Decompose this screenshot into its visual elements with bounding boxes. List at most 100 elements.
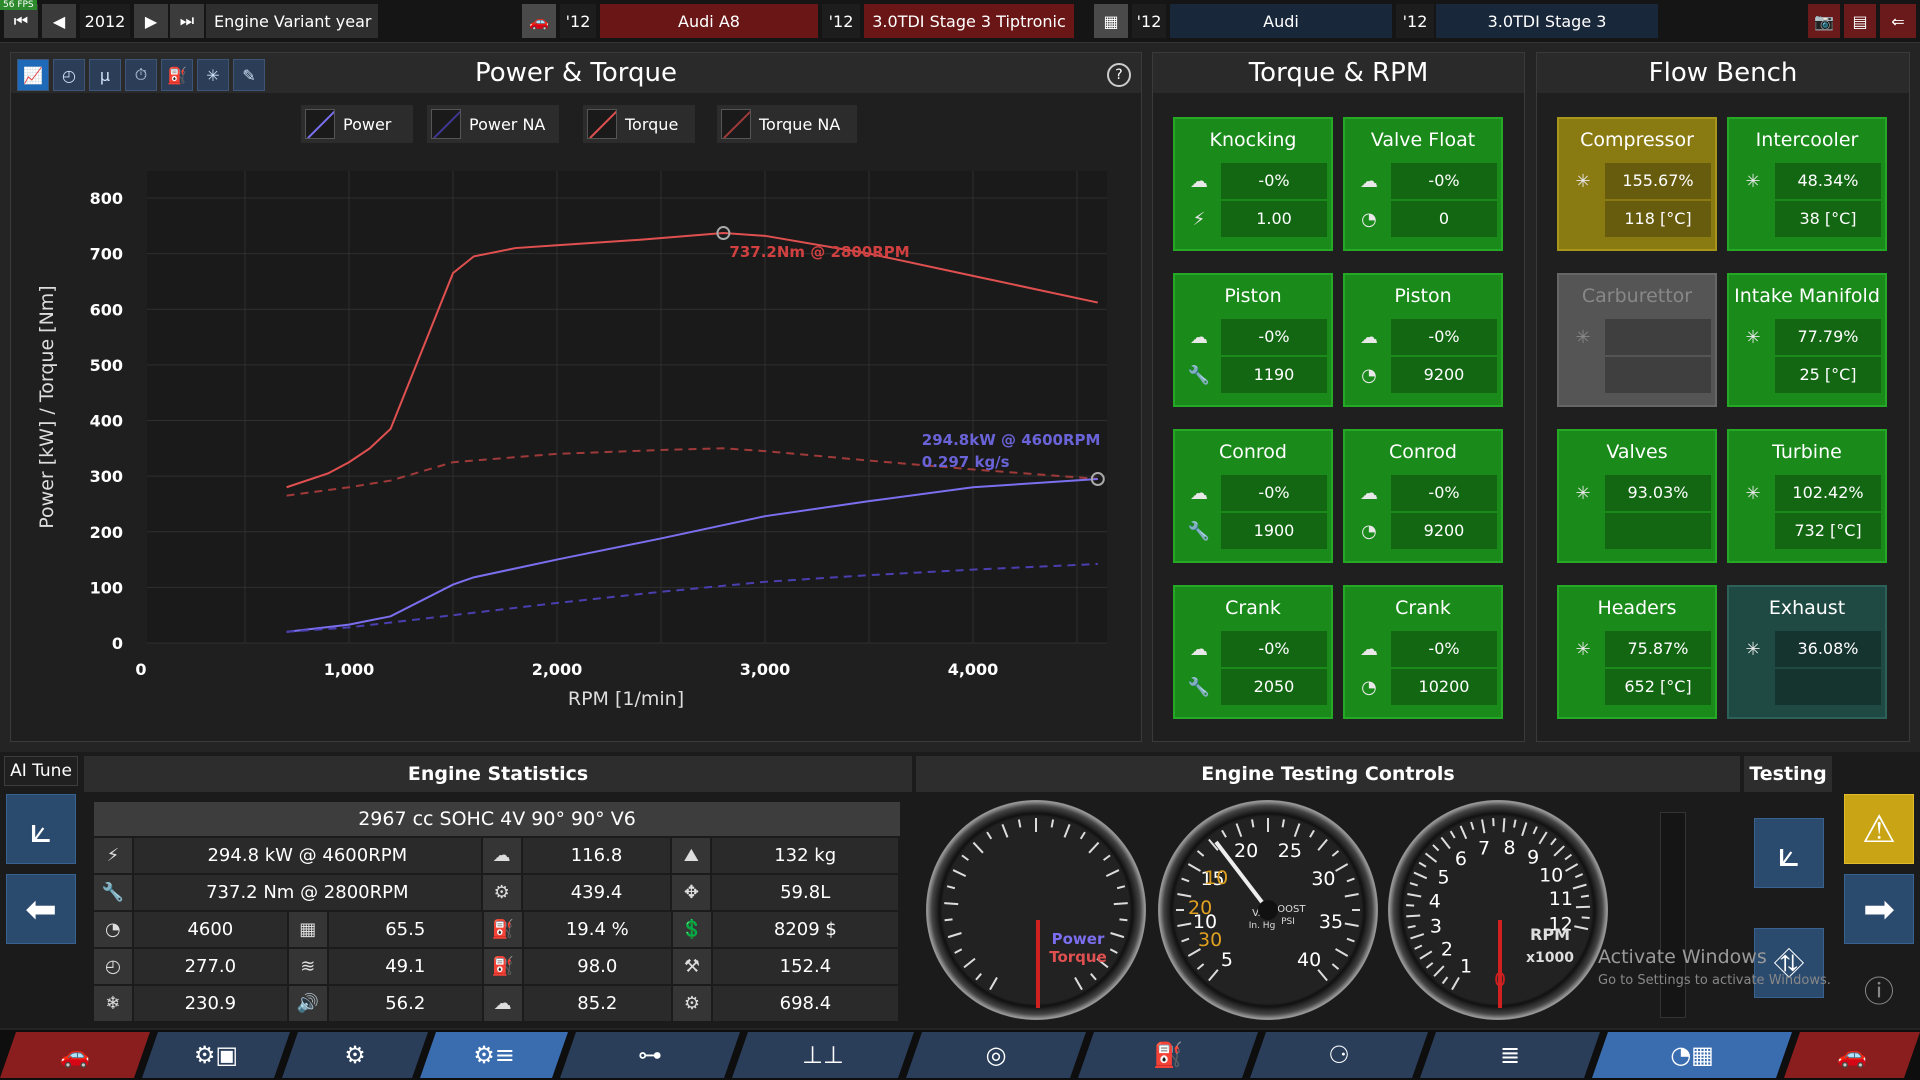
block-value [1605,357,1711,393]
gauge-tick [1109,948,1118,954]
warning-icon[interactable]: ⚠ [1844,794,1914,864]
back-icon[interactable]: ⇐ [1880,4,1916,38]
torque-rpm-panel: Torque & RPM Knocking ☁ -0% ⚡ 1.00 Valve Floa… [1152,52,1525,742]
next-icon[interactable]: ▶ [134,4,168,38]
nav-fuel-icon[interactable]: ⛽ [1078,1032,1258,1078]
graph-test-button[interactable]: ⟀ [1754,818,1824,888]
engine-family[interactable]: Audi [1170,4,1392,38]
nav-settings-icon[interactable]: ≣ [1420,1032,1600,1078]
responsiveness-icon: ◴ [94,949,132,984]
test-block[interactable]: Conrod ☁ -0% 🔧 1900 [1173,429,1333,563]
flow-block[interactable]: Compressor ✳ 155.67% 118 [°C] [1557,117,1717,251]
test-block[interactable]: Crank ☁ -0% ◔ 10200 [1343,585,1503,719]
test-block[interactable]: Knocking ☁ -0% ⚡ 1.00 [1173,117,1333,251]
year-field[interactable]: 2012 [80,4,130,38]
nav-exhaust-icon[interactable]: ⚆ [1250,1032,1428,1078]
prev-icon[interactable]: ◀ [42,4,76,38]
car-icon[interactable]: 🚗 [522,4,556,38]
car-model[interactable]: Audi A8 [600,4,818,38]
stress-icon: ☁ [1190,326,1208,348]
stats-row: 🔧 737.2 Nm @ 2800RPM ⚙ 439.4 ✥ 59.8L [94,875,900,910]
help-circle-icon[interactable]: ⓘ [1844,954,1914,1024]
test-block[interactable]: Crank ☁ -0% 🔧 2050 [1173,585,1333,719]
gauge-tick [1344,893,1359,898]
stat-value: 116.8 [522,838,671,873]
watermark-title: Activate Windows [1598,946,1767,968]
gauge-tick [1407,893,1422,898]
gauge-tick [975,973,982,981]
stats-row: ◔ 4600 ▦ 65.5 ⛽ 19.4 % 💲 8209 $ [94,912,900,947]
testing-title: Testing [1744,756,1832,792]
last-icon[interactable]: ⏭ [170,4,204,38]
gauge-tick [1513,819,1517,828]
nav-engine-tune-icon[interactable]: ⚙≡ [420,1032,568,1078]
test-block[interactable]: Piston ☁ -0% ◔ 9200 [1343,273,1503,407]
gauge-tick [947,932,962,939]
calculator-icon[interactable]: ▤ [1844,4,1876,38]
rpm-icon: ◔ [94,912,132,947]
block-value: -0% [1391,163,1497,199]
gauge-tick [986,831,993,840]
stat-value: 737.2 Nm @ 2800RPM [133,875,481,910]
stat-value: 132 kg [712,838,899,873]
block-value: -0% [1391,319,1497,355]
block-title: Conrod [1388,441,1457,463]
nav-export-icon[interactable]: 🚗 [1784,1032,1920,1078]
gauge-tick [1293,823,1301,838]
gauge-tick [1481,819,1486,834]
ai-tune-label[interactable]: AI Tune [4,756,78,786]
block-value [1605,319,1711,355]
nav-engine-icon[interactable]: ⚙ [282,1032,428,1078]
block-title: Compressor [1580,129,1694,151]
stress-icon: ☁ [1190,482,1208,504]
stat-value: 59.8L [712,875,899,910]
x-tick-label: 2,000 [532,660,583,679]
gauge-tick [1432,844,1440,852]
back-arrow-button[interactable]: ⬅ [6,874,76,944]
flow-block[interactable]: Turbine ✳ 102.42% 732 [°C] [1727,429,1887,563]
test-block[interactable]: Piston ☁ -0% 🔧 1190 [1173,273,1333,407]
gauge-tick [1116,885,1126,890]
nav-turbo-icon[interactable]: ◎ [906,1032,1086,1078]
flow-block[interactable]: Exhaust ✳ 36.08% [1727,585,1887,719]
block-value: 652 [°C] [1605,669,1711,705]
production-icon: ⚒ [673,949,711,984]
nav-engine-block-icon[interactable]: ⚙▣ [142,1032,290,1078]
graph-button[interactable]: ⟀ [6,794,76,864]
flow-block[interactable]: Headers ✳ 75.87% 652 [°C] [1557,585,1717,719]
nav-test-icon[interactable]: ◔▦ [1592,1032,1792,1078]
gauge-tick [1440,836,1451,850]
nav-pistons-icon[interactable]: ⊥⊥ [732,1032,914,1078]
stat-value: 439.4 [522,875,671,910]
panel-title: Flow Bench [1537,53,1909,93]
smoothness-icon: ≋ [288,949,327,984]
gauge-tick [1414,944,1423,950]
stat-value: 698.4 [712,986,899,1021]
next-arrow-button[interactable]: ➡ [1844,874,1914,944]
flow-block[interactable]: Carburettor ✳ [1557,273,1717,407]
engine-variant[interactable]: 3.0TDI Stage 3 [1436,4,1658,38]
block-value: 25 [°C] [1775,357,1881,393]
y-tick-label: 700 [90,245,123,264]
camera-icon[interactable]: 📷 [1808,4,1840,38]
limit-icon: ◔ [1361,364,1377,386]
gauge-tick [1406,914,1421,918]
block-title: Carburettor [1581,285,1693,307]
engine-icon[interactable]: ▦ [1094,4,1128,38]
torque-peak-label: 737.2Nm @ 2800RPM [729,243,909,261]
flow-block[interactable]: Valves ✳ 93.03% [1557,429,1717,563]
block-value: -0% [1391,631,1497,667]
flow-block[interactable]: Intercooler ✳ 48.34% 38 [°C] [1727,117,1887,251]
block-title: Piston [1224,285,1282,307]
car-trim[interactable]: 3.0TDI Stage 3 Tiptronic [864,4,1074,38]
limit-icon: ◔ [1361,676,1377,698]
block-value: 102.42% [1775,475,1881,511]
nav-car-icon[interactable]: 🚗 [0,1032,150,1078]
test-block[interactable]: Conrod ☁ -0% ◔ 9200 [1343,429,1503,563]
stress-icon: ☁ [1360,170,1378,192]
test-block[interactable]: Valve Float ☁ -0% ◔ 0 [1343,117,1503,251]
y-tick-label: 200 [90,523,123,542]
flow-block[interactable]: Intake Manifold ✳ 77.79% 25 [°C] [1727,273,1887,407]
gauge-tick [944,902,959,906]
nav-crank-icon[interactable]: ⊶ [560,1032,740,1078]
